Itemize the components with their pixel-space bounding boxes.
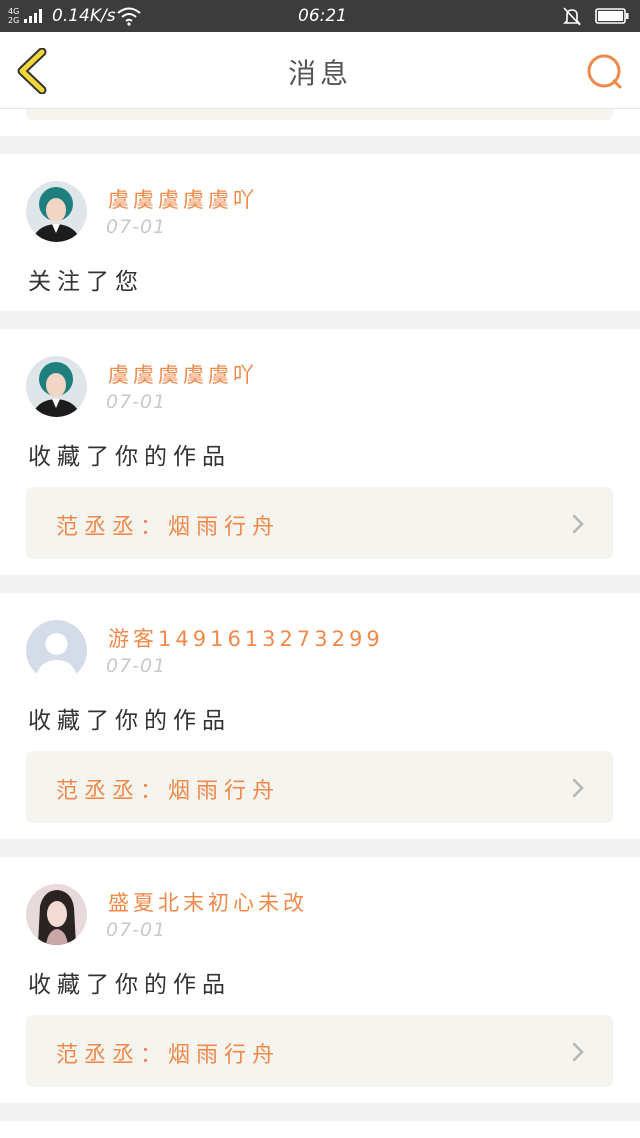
page-title: 消息 (287, 57, 352, 90)
work-reference-link[interactable] (26, 109, 613, 120)
top-navigation-bar: 消息 (0, 32, 640, 109)
next-notification-card (0, 1121, 640, 1138)
work-title: 范丞丞：烟雨行舟 (56, 779, 281, 804)
notification-card: 盛夏北末初心未改 07-01 收藏了你的作品 范丞丞：烟雨行舟 (0, 857, 640, 1103)
search-icon[interactable] (582, 50, 626, 94)
network-type-bottom: 2G (8, 16, 20, 25)
clock: 06:21 (298, 6, 347, 26)
notification-action-text: 收藏了你的作品 (28, 708, 231, 734)
notification-action-text: 关注了您 (28, 269, 144, 295)
work-title: 范丞丞：烟雨行舟 (56, 515, 281, 540)
chevron-right-icon (572, 514, 584, 534)
notification-card: 虞虞虞虞虞吖 07-01 收藏了你的作品 范丞丞：烟雨行舟 (0, 329, 640, 575)
username[interactable]: 游客1491613273299 (108, 623, 384, 653)
username[interactable]: 盛夏北末初心未改 (108, 887, 308, 917)
notification-action-text: 收藏了你的作品 (28, 444, 231, 470)
teal-hair-avatar (26, 181, 87, 242)
work-reference-link[interactable]: 范丞丞：烟雨行舟 (26, 1015, 613, 1087)
username[interactable]: 虞虞虞虞虞吖 (108, 184, 258, 214)
notification-action-text: 收藏了你的作品 (28, 972, 231, 998)
work-reference-link[interactable]: 范丞丞：烟雨行舟 (26, 751, 613, 823)
user-avatar[interactable] (26, 620, 87, 681)
previous-notification-card (0, 109, 640, 136)
work-title: 范丞丞：烟雨行舟 (56, 1043, 281, 1068)
user-avatar[interactable] (26, 884, 87, 945)
teal-hair-avatar (26, 356, 87, 417)
notification-date: 07-01 (106, 391, 167, 413)
user-avatar[interactable] (26, 356, 87, 417)
chevron-right-icon (572, 778, 584, 798)
network-type: 4G 2G (8, 7, 19, 25)
notification-date: 07-01 (106, 919, 167, 941)
username[interactable]: 虞虞虞虞虞吖 (108, 359, 258, 389)
notification-card: 虞虞虞虞虞吖 07-01 关注了您 (0, 154, 640, 311)
chevron-right-icon (572, 1042, 584, 1062)
bell-muted-icon (563, 7, 581, 26)
notification-date: 07-01 (106, 655, 167, 677)
default-avatar (26, 620, 87, 681)
battery-icon (595, 8, 629, 24)
notification-card: 游客1491613273299 07-01 收藏了你的作品 范丞丞：烟雨行舟 (0, 593, 640, 839)
status-bar: 4G 2G 0.14K/s 06:21 (0, 0, 640, 32)
signal-icon (24, 9, 42, 23)
network-speed: 0.14K/s (52, 6, 116, 26)
work-reference-link[interactable]: 范丞丞：烟雨行舟 (26, 487, 613, 559)
user-avatar[interactable] (26, 181, 87, 242)
network-type-top: 4G (8, 7, 20, 16)
girl-photo-avatar (26, 884, 87, 945)
wifi-icon (117, 7, 141, 26)
notification-date: 07-01 (106, 216, 167, 238)
